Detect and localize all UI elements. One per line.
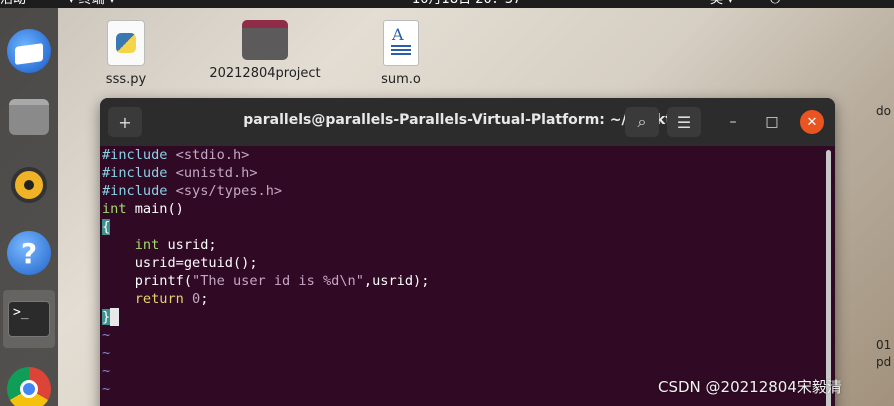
system-menu[interactable]: ⏻ [770,0,798,8]
search-icon: ⌕ [637,112,647,131]
code-line: int usrid; [102,236,217,254]
watermark: CSDN @20212804宋毅清 [658,378,842,396]
maximize-icon: □ [765,114,779,130]
text-cursor [110,308,120,326]
code-text: usrid; [159,237,217,253]
python-file-icon [107,20,145,66]
folder-icon [242,20,288,60]
code-text: usrid=getuid(); [102,255,258,271]
preprocessor-directive: #include [102,165,168,181]
code-line: int main() [102,200,184,218]
code-text: printf( [102,273,193,289]
desktop-icon-label: sum.o [381,72,421,87]
vim-editor[interactable]: #include <stdio.h> #include <unistd.h> #… [100,146,835,406]
dock-files[interactable] [0,88,58,146]
background-window-fragment: 01 [876,338,892,352]
desktop-icon-project-folder[interactable]: 20212804project [200,20,330,81]
code-line: printf("The user id is %d\n",usrid); [102,272,430,290]
code-line: { [102,218,111,236]
close-icon: ✕ [806,114,818,130]
clock[interactable]: 10月18日 20：37 [412,0,521,8]
header-name: <sys/types.h> [175,183,283,199]
scrollbar[interactable] [826,150,831,406]
empty-line-marker: ~ [102,363,111,379]
dock-chrome[interactable] [0,360,58,406]
empty-line-marker: ~ [102,327,111,343]
input-method-menu[interactable]: 英 ▾ [710,0,734,8]
background-window-fragment: pd [876,355,892,369]
top-bar: 活动 ▾ 终端 ▾ 10月18日 20：37 英 ▾ ⏻ [0,0,894,8]
matching-brace: } [102,309,111,325]
dock-thunderbird[interactable] [0,22,58,80]
code-line: #include <sys/types.h> [102,182,282,200]
menu-button[interactable]: ☰ [667,107,701,137]
chrome-icon [7,367,51,406]
dock-help[interactable]: ? [0,224,58,282]
preprocessor-directive: #include [102,183,168,199]
header-name: <stdio.h> [175,147,250,163]
preprocessor-directive: #include [102,147,168,163]
desktop-icon-label: sss.py [105,72,147,87]
code-line: } [102,308,120,326]
minimize-button[interactable]: – [721,110,745,134]
dock: ? >_ [0,8,58,406]
help-icon: ? [7,231,51,275]
desktop-icon-label: 20212804project [209,66,321,81]
document-icon: A [383,20,419,66]
desktop-icon-sum-o[interactable]: A sum.o [336,20,466,87]
code-line: #include <stdio.h> [102,146,249,164]
dock-rhythmbox[interactable] [0,156,58,214]
code-line: return 0; [102,290,209,308]
code-text: ,usrid); [363,273,430,289]
matching-brace: { [102,219,111,235]
app-menu[interactable]: ▾ 终端 ▾ [68,0,115,8]
thunderbird-icon [7,29,51,73]
code-text: ; [200,291,209,307]
type-keyword: int [134,237,160,253]
number-literal: 0 [192,291,201,307]
type-keyword: int [102,201,127,217]
background-window-fragment: do [876,104,891,118]
code-line: #include <unistd.h> [102,164,258,182]
desktop-icon-sss-py[interactable]: sss.py [61,20,191,87]
header-name: <unistd.h> [175,165,258,181]
terminal-titlebar[interactable]: + parallels@parallels-Parallels-Virtual-… [100,98,835,146]
return-keyword: return [134,291,184,307]
dock-terminal[interactable]: >_ [3,290,55,348]
rhythmbox-icon [11,167,47,203]
terminal-window[interactable]: + parallels@parallels-Parallels-Virtual-… [100,98,835,406]
hamburger-menu-icon: ☰ [676,112,692,132]
files-icon [9,99,49,135]
search-button[interactable]: ⌕ [625,107,659,137]
code-text: main() [126,201,184,217]
empty-line-marker: ~ [102,345,111,361]
maximize-button[interactable]: □ [760,110,784,134]
string-literal: "The user id is %d\n" [192,273,364,289]
code-line: usrid=getuid(); [102,254,258,272]
empty-line-marker: ~ [102,381,111,397]
terminal-icon: >_ [8,301,50,337]
activities-button[interactable]: 活动 [0,0,26,8]
minimize-icon: – [729,114,737,130]
close-button[interactable]: ✕ [800,110,824,134]
